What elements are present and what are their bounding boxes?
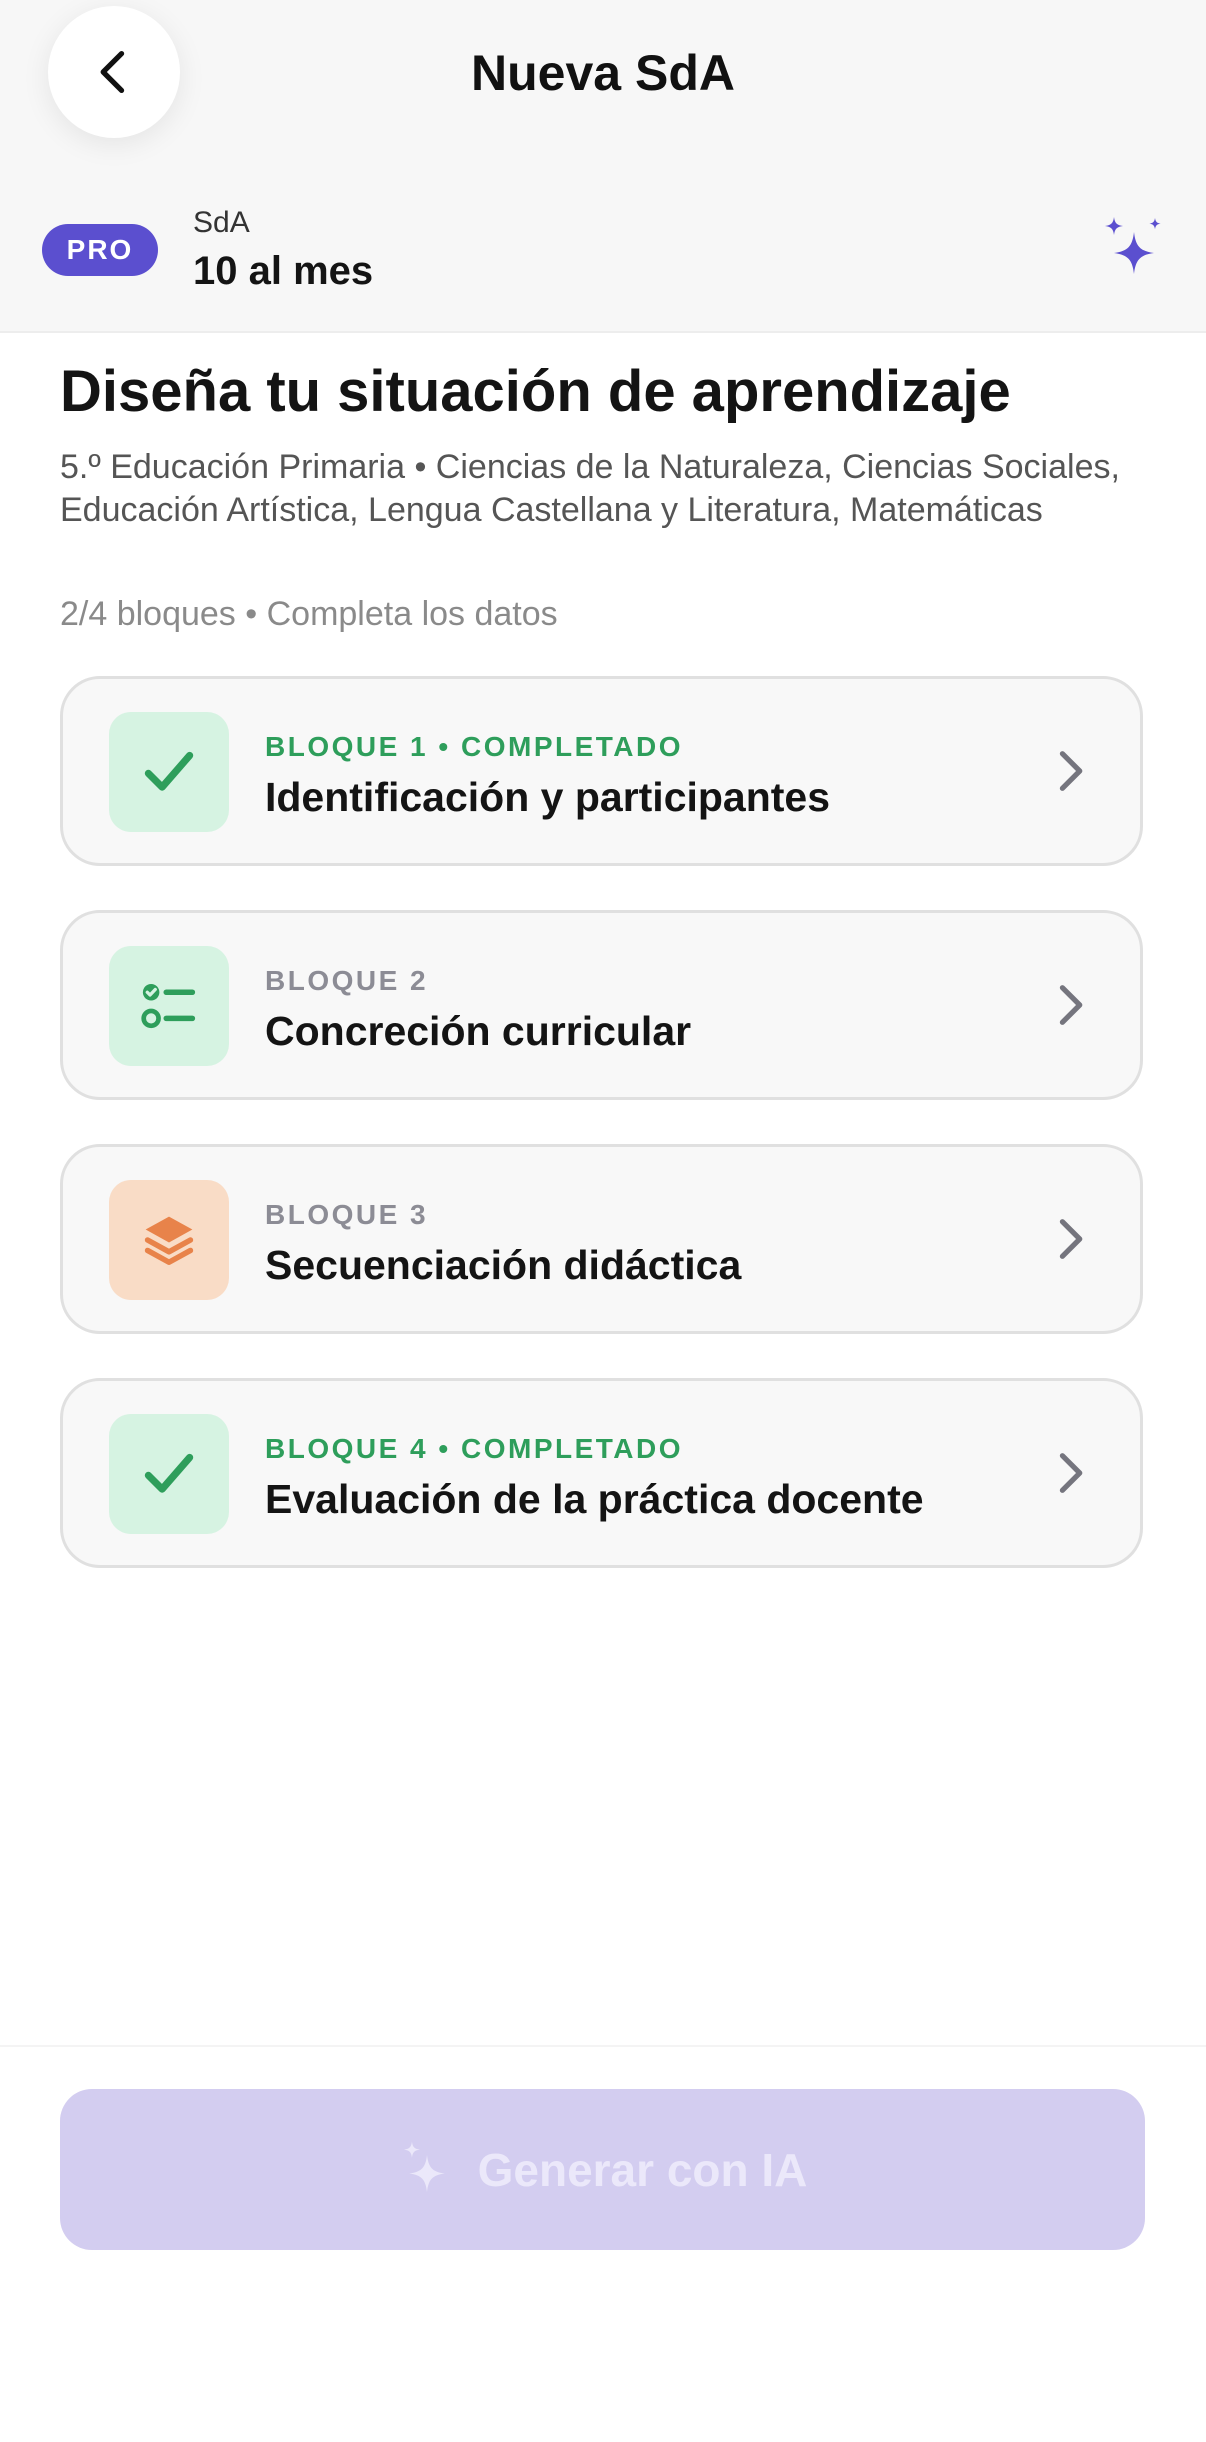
generate-with-ai-button[interactable]: Generar con IA [60, 2089, 1145, 2250]
block-eyebrow: BLOQUE 3 [265, 1199, 429, 1230]
section-title: Diseña tu situación de aprendizaje [60, 359, 1011, 424]
block-status-icon [109, 1414, 229, 1534]
checklist-icon [141, 984, 196, 1029]
block-title: Secuenciación didáctica [265, 1242, 742, 1288]
block-card-4[interactable]: BLOQUE 4 • COMPLETADO Evaluación de la p… [60, 1378, 1143, 1568]
chevron-right-icon [1044, 1213, 1096, 1265]
plan-label: SdA [193, 206, 250, 239]
block-card-1[interactable]: BLOQUE 1 • COMPLETADO Identificación y p… [60, 676, 1143, 866]
block-card-3[interactable]: BLOQUE 3 Secuenciación didáctica [60, 1144, 1143, 1334]
block-status-icon [109, 712, 229, 832]
chevron-right-icon [1044, 1447, 1096, 1499]
ai-sparkle-button[interactable] [1100, 214, 1164, 284]
block-status-icon [109, 1180, 229, 1300]
block-card-2[interactable]: BLOQUE 2 Concreción curricular [60, 910, 1143, 1100]
course-subjects: 5.º Educación Primaria • Ciencias de la … [60, 448, 1120, 529]
check-icon [144, 1453, 194, 1493]
block-title: Identificación y participantes [265, 774, 831, 820]
page: Nueva SdA PRO SdA 10 al mes Diseña tu si… [0, 0, 1206, 2442]
check-icon [144, 751, 194, 791]
chevron-right-icon [1044, 979, 1096, 1031]
block-eyebrow: BLOQUE 4 • COMPLETADO [265, 1433, 684, 1464]
plan-quota: 10 al mes [193, 249, 374, 293]
block-title: Concreción curricular [265, 1008, 692, 1054]
page-title: Nueva SdA [471, 45, 735, 101]
sparkles-icon [1105, 217, 1161, 274]
block-eyebrow: BLOQUE 2 [265, 965, 429, 996]
layers-icon [144, 1216, 194, 1266]
chevron-right-icon [1044, 745, 1096, 797]
block-status-icon [109, 946, 229, 1066]
progress-status: 2/4 bloques • Completa los datos [60, 595, 558, 633]
sparkles-icon [403, 2141, 445, 2192]
block-eyebrow: BLOQUE 1 • COMPLETADO [265, 731, 684, 762]
pro-badge: PRO [42, 224, 158, 276]
block-title: Evaluación de la práctica docente [265, 1476, 924, 1522]
generate-button-label: Generar con IA [477, 2143, 808, 2196]
